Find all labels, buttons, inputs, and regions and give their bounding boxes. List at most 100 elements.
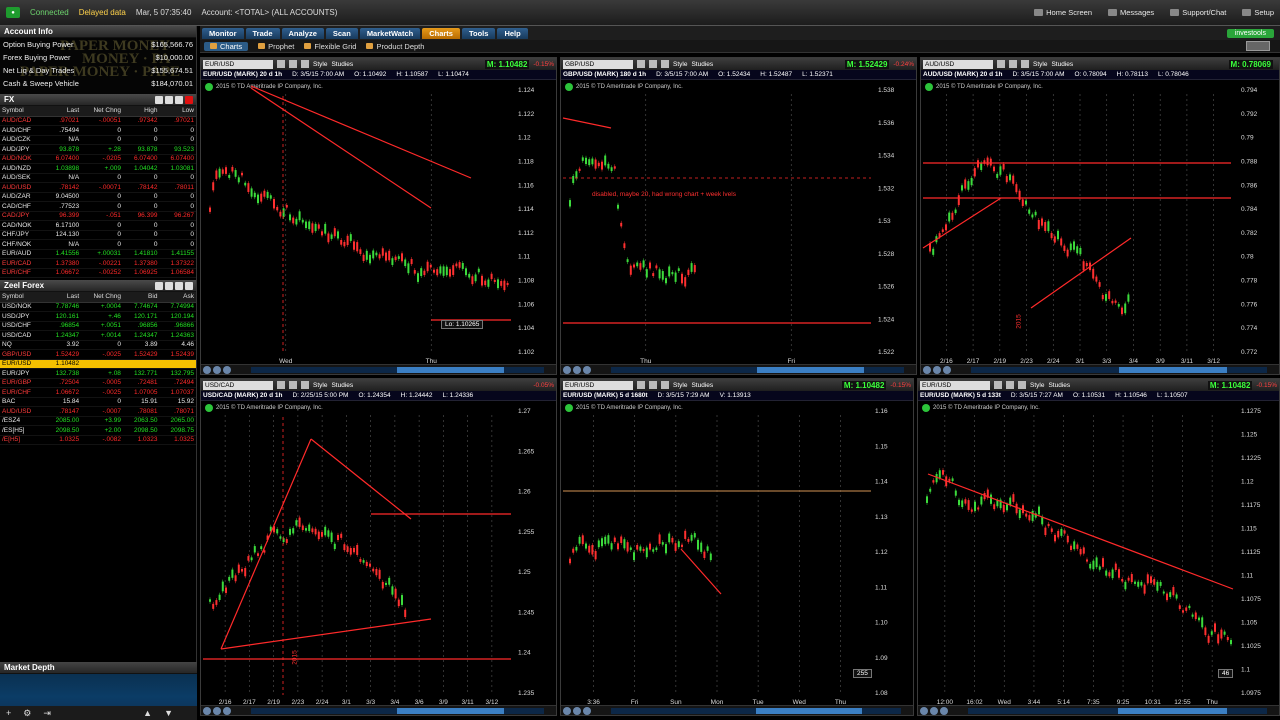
- home-screen-link[interactable]: Home Screen: [1034, 8, 1092, 17]
- chart-panel-5[interactable]: EUR/USD Style Studies M: 1.10482 -0.15% …: [560, 378, 914, 716]
- table-row[interactable]: USD/JPY 120.161 +.46 120.171 120.194: [0, 311, 196, 322]
- table-row[interactable]: CAD/NOK 6.17100 0 0 0: [0, 220, 196, 231]
- table-row[interactable]: AUD/USD .78142 -.00071.78142.78011: [0, 182, 196, 193]
- quote-cell: 1.06672: [44, 268, 82, 278]
- tab-analyze[interactable]: Analyze: [281, 27, 324, 39]
- settings-icon[interactable]: ⚙: [23, 708, 31, 719]
- settings-icon[interactable]: [155, 282, 163, 290]
- table-row[interactable]: AUD/CHF .75494 0 0 0: [0, 125, 196, 136]
- table-row[interactable]: AUD/NOK 6.07400 -.0205 6.07400 6.07400: [0, 154, 196, 164]
- setup-link[interactable]: Setup: [1242, 8, 1274, 17]
- subtab-flexible-grid[interactable]: Flexible Grid: [304, 42, 356, 51]
- table-row[interactable]: /ES[H5] 2098.50 +2.00 2098.50 2098.75: [0, 425, 196, 436]
- grid-layout-icon[interactable]: [1246, 41, 1270, 51]
- zeel-forex-header[interactable]: Zeel Forex: [0, 280, 196, 292]
- table-row[interactable]: CHF/JPY 124.130 0 0 0: [0, 230, 196, 240]
- quote-cell: .78071: [159, 406, 196, 417]
- expand-icon[interactable]: ▲: [143, 708, 152, 718]
- table-row[interactable]: EUR/CHF 1.06672 -.0025 1.07005 1.07037: [0, 387, 196, 398]
- close-icon[interactable]: [185, 282, 193, 290]
- support-chat-link[interactable]: Support/Chat: [1170, 8, 1226, 17]
- table-row[interactable]: BAC 15.84 0 15.91 15.92: [0, 397, 196, 407]
- tab-monitor[interactable]: Monitor: [202, 27, 244, 39]
- column-header[interactable]: High: [122, 106, 160, 117]
- account-selector[interactable]: Account: <TOTAL> (ALL ACCOUNTS): [201, 8, 337, 17]
- left-arrow-icon[interactable]: [165, 282, 173, 290]
- quote-cell: 0: [122, 201, 160, 212]
- table-row[interactable]: EUR/USD 1.10482: [0, 359, 196, 369]
- table-row[interactable]: EUR/CHF 1.06672 -.00252 1.06925 1.06584: [0, 268, 196, 278]
- tab-marketwatch[interactable]: MarketWatch: [359, 27, 421, 39]
- link-color-icon[interactable]: [185, 96, 193, 104]
- chart-annotation: 2015: [291, 650, 299, 665]
- left-arrow-icon[interactable]: [165, 96, 173, 104]
- quote-cell: 1.04042: [122, 163, 160, 174]
- arrow-icon[interactable]: ⇥: [43, 708, 51, 719]
- chart-panel-4[interactable]: USD/CAD Style Studies -0.05% USD/CAD (MA…: [200, 378, 557, 716]
- table-row[interactable]: AUD/JPY 93.878 +.28 93.878 93.523: [0, 144, 196, 155]
- table-row[interactable]: /ESZ4 2085.00 +3.99 2063.50 2065.00: [0, 416, 196, 426]
- y-tick-label: 0.78: [1241, 254, 1254, 261]
- table-row[interactable]: EUR/CAD 1.37380 -.00221 1.37380 1.37322: [0, 258, 196, 269]
- sidebar-bottom-toolbar: + ⚙ ⇥ ▲ ▼: [0, 706, 197, 720]
- right-arrow-icon[interactable]: [175, 282, 183, 290]
- subtab-charts[interactable]: Charts: [204, 41, 249, 51]
- table-row[interactable]: USD/CAD 1.24347 +.0014 1.24347 1.24363: [0, 330, 196, 341]
- table-row[interactable]: EUR/JPY 132.738 +.08 132.771 132.795: [0, 368, 196, 379]
- tab-tools[interactable]: Tools: [461, 27, 496, 39]
- settings-icon[interactable]: [155, 96, 163, 104]
- table-row[interactable]: /E[H5] 1.0325 -.0082 1.0323 1.0325: [0, 435, 196, 445]
- market-depth-panel: Market Depth + ⚙ ⇥ ▲ ▼: [0, 662, 197, 720]
- quote-cell: 1.10482: [44, 359, 82, 369]
- table-row[interactable]: GBP/USD 1.52429 -.0025 1.52429 1.52439: [0, 349, 196, 360]
- quote-cell: N/A: [44, 173, 82, 183]
- collapse-icon[interactable]: ▼: [164, 708, 173, 718]
- table-row[interactable]: NQ 3.92 0 3.89 4.46: [0, 340, 196, 350]
- market-depth-header[interactable]: Market Depth: [0, 662, 197, 674]
- tab-help[interactable]: Help: [497, 27, 528, 39]
- table-row[interactable]: AUD/SEK N/A 0 0 0: [0, 173, 196, 183]
- add-icon[interactable]: +: [6, 708, 11, 718]
- column-header[interactable]: Last: [44, 106, 82, 117]
- quote-cell: 1.06672: [44, 387, 82, 398]
- quote-cell: 132.738: [44, 368, 82, 379]
- messages-link[interactable]: Messages: [1108, 8, 1154, 17]
- x-tick-label: 3/11: [462, 699, 475, 706]
- tab-charts[interactable]: Charts: [422, 27, 460, 39]
- column-header[interactable]: Low: [159, 106, 196, 117]
- chart-panel-2[interactable]: GBP/USD Style Studies M: 1.52429 -0.24% …: [560, 57, 917, 375]
- fx-header[interactable]: FX: [0, 94, 196, 106]
- column-header[interactable]: Last: [44, 292, 82, 303]
- chart-panel-1[interactable]: EUR/USD Style Studies M: 1.10482 -0.15% …: [200, 57, 557, 375]
- table-row[interactable]: CHF/NOK N/A 0 0 0: [0, 239, 196, 250]
- table-row[interactable]: EUR/AUD 1.41556 +.00031 1.41810 1.41155: [0, 249, 196, 259]
- investools-button[interactable]: investools: [1226, 28, 1274, 38]
- column-header[interactable]: Symbol: [0, 292, 45, 303]
- table-row[interactable]: CAD/CHF .77523 0 0 0: [0, 201, 196, 212]
- table-row[interactable]: AUD/CAD .97021 -.00051.97342.97021: [0, 116, 196, 126]
- column-header[interactable]: Net Chng: [81, 106, 123, 117]
- table-row[interactable]: USD/CHF .96854 +.0051.96856.96866: [0, 321, 196, 331]
- symbol-cell: USD/NOK: [0, 302, 45, 312]
- account-row: Cash & Sweep Vehicle $184,070.01: [0, 77, 196, 90]
- table-row[interactable]: AUD/CZK N/A 0 0 0: [0, 135, 196, 145]
- table-row[interactable]: EUR/GBP .72504 -.0005.72481.72494: [0, 378, 196, 388]
- account-info-header[interactable]: Account Info: [0, 26, 196, 38]
- column-header[interactable]: Net Chng: [81, 292, 123, 303]
- table-row[interactable]: CAD/JPY 96.399 -.051 96.399 96.267: [0, 211, 196, 221]
- column-header[interactable]: Symbol: [0, 106, 45, 117]
- table-row[interactable]: AUD/ZAR 9.04500 0 0 0: [0, 192, 196, 202]
- subtab-prophet[interactable]: Prophet: [258, 42, 294, 51]
- tab-trade[interactable]: Trade: [245, 27, 280, 39]
- chart-panel-6[interactable]: EUR/USD Style Studies M: 1.10482 -0.15% …: [917, 378, 1280, 716]
- tab-scan[interactable]: Scan: [325, 27, 358, 39]
- right-arrow-icon[interactable]: [175, 96, 183, 104]
- column-header[interactable]: Bid: [122, 292, 160, 303]
- table-row[interactable]: AUD/USD .78147 -.0007.78081.78071: [0, 406, 196, 417]
- subtab-product-depth[interactable]: Product Depth: [366, 42, 424, 51]
- table-row[interactable]: USD/NOK 7.78746 +.0004 7.74674 7.74994: [0, 302, 196, 312]
- quote-cell: 1.52429: [122, 349, 160, 360]
- column-header[interactable]: Ask: [159, 292, 196, 303]
- chart-panel-3[interactable]: AUD/USD Style Studies M: 0.78069 AUD/USD…: [920, 57, 1280, 375]
- table-row[interactable]: AUD/NZD 1.03898 +.009 1.04042 1.03081: [0, 163, 196, 174]
